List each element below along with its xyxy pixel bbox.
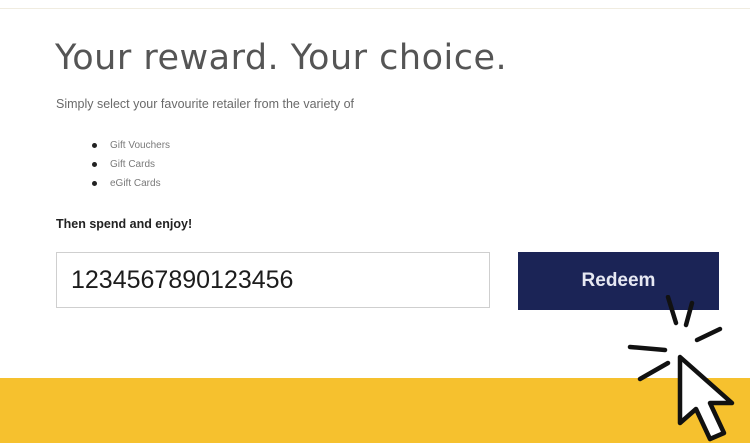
option-label: Gift Cards <box>110 159 156 170</box>
bullet-icon <box>92 181 97 186</box>
top-divider <box>0 8 750 9</box>
option-label: Gift Vouchers <box>110 140 171 151</box>
page-title: Your reward. Your choice. <box>55 38 508 78</box>
list-item: eGift Cards <box>92 174 170 193</box>
bullet-icon <box>92 143 97 148</box>
list-item: Gift Cards <box>92 155 170 174</box>
cta-text: Then spend and enjoy! <box>56 217 193 231</box>
intro-text: Simply select your favourite retailer fr… <box>56 97 355 111</box>
reward-code-input[interactable] <box>56 252 490 308</box>
reward-options-list: Gift Vouchers Gift Cards eGift Cards <box>92 136 170 193</box>
list-item: Gift Vouchers <box>92 136 170 155</box>
option-label: eGift Cards <box>110 178 161 189</box>
click-burst-icon <box>627 295 723 382</box>
hand-pointer-icon <box>677 354 735 442</box>
bullet-icon <box>92 162 97 167</box>
cursor-graphic <box>627 295 735 442</box>
